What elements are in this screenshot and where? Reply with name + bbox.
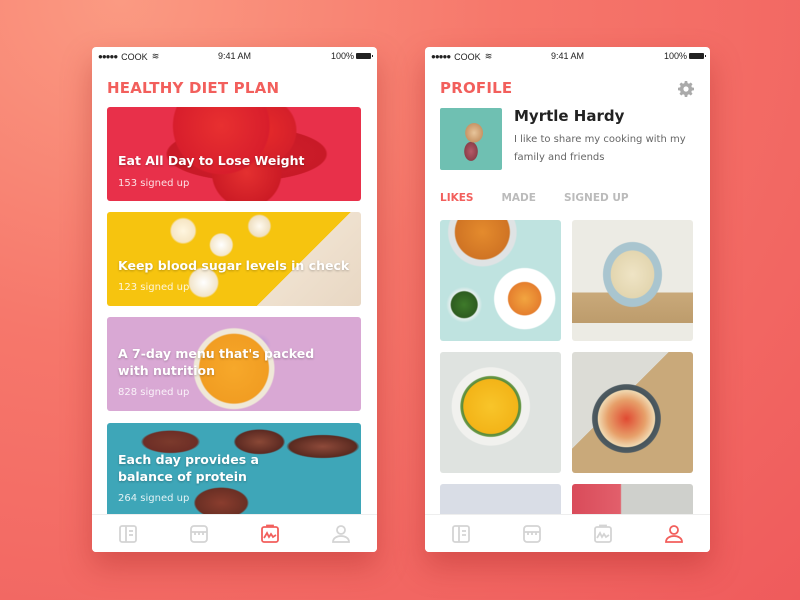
tab-made[interactable]: MADE xyxy=(501,192,535,204)
clipboard-chart-icon[interactable] xyxy=(592,523,614,545)
plan-card[interactable]: A 7-day menu that's packed with nutritio… xyxy=(107,317,361,411)
plan-card[interactable]: Eat All Day to Lose Weight 153 signed up xyxy=(107,107,361,201)
tab-bar xyxy=(92,514,377,552)
store-icon[interactable] xyxy=(188,523,210,545)
liked-recipe-tile[interactable] xyxy=(440,220,561,341)
liked-recipe-tile[interactable] xyxy=(572,352,693,473)
profile-screen: ●●●●● COOK ≋ 9:41 AM 100% PROFILE Myrtle H… xyxy=(425,47,710,552)
status-bar: ●●●●● COOK ≋ 9:41 AM 100% xyxy=(92,47,377,65)
plan-card[interactable]: Keep blood sugar levels in check 123 sig… xyxy=(107,212,361,306)
liked-recipe-tile[interactable] xyxy=(572,220,693,341)
card-title: Eat All Day to Lose Weight xyxy=(118,153,305,168)
user-icon[interactable] xyxy=(663,523,685,545)
profile-tabs: LIKES MADE SIGNED UP xyxy=(440,192,657,204)
avatar[interactable] xyxy=(440,108,502,170)
card-title: Keep blood sugar levels in check xyxy=(118,258,350,273)
clipboard-chart-icon[interactable] xyxy=(259,523,281,545)
user-icon[interactable] xyxy=(330,523,352,545)
battery-icon xyxy=(356,53,373,59)
page-title: PROFILE xyxy=(440,79,513,97)
battery-percent: 100% xyxy=(330,51,354,61)
tab-likes[interactable]: LIKES xyxy=(440,192,473,204)
tab-bar xyxy=(425,514,710,552)
battery-percent: 100% xyxy=(663,51,687,61)
book-icon[interactable] xyxy=(450,523,472,545)
battery-icon xyxy=(689,53,706,59)
user-bio: I like to share my cooking with my famil… xyxy=(514,134,686,163)
card-title: Each day provides a balance of protein xyxy=(118,452,259,484)
book-icon[interactable] xyxy=(117,523,139,545)
card-title: A 7-day menu that's packed with nutritio… xyxy=(118,346,315,378)
signed-count: 123 signed up xyxy=(118,282,190,293)
diet-plan-screen: ●●●●● COOK ≋ 9:41 AM 100% HEALTHY DIET PLA… xyxy=(92,47,377,552)
plan-card[interactable]: Each day provides a balance of protein 2… xyxy=(107,423,361,517)
liked-recipe-tile[interactable] xyxy=(440,352,561,473)
status-bar: ●●●●● COOK ≋ 9:41 AM 100% xyxy=(425,47,710,65)
tab-signed-up[interactable]: SIGNED UP xyxy=(564,192,629,204)
signed-count: 828 signed up xyxy=(118,387,190,398)
gear-icon[interactable] xyxy=(678,81,694,97)
signed-count: 153 signed up xyxy=(118,178,190,189)
page-title: HEALTHY DIET PLAN xyxy=(107,79,280,97)
user-name: Myrtle Hardy xyxy=(514,107,625,125)
store-icon[interactable] xyxy=(521,523,543,545)
signed-count: 264 signed up xyxy=(118,493,190,504)
